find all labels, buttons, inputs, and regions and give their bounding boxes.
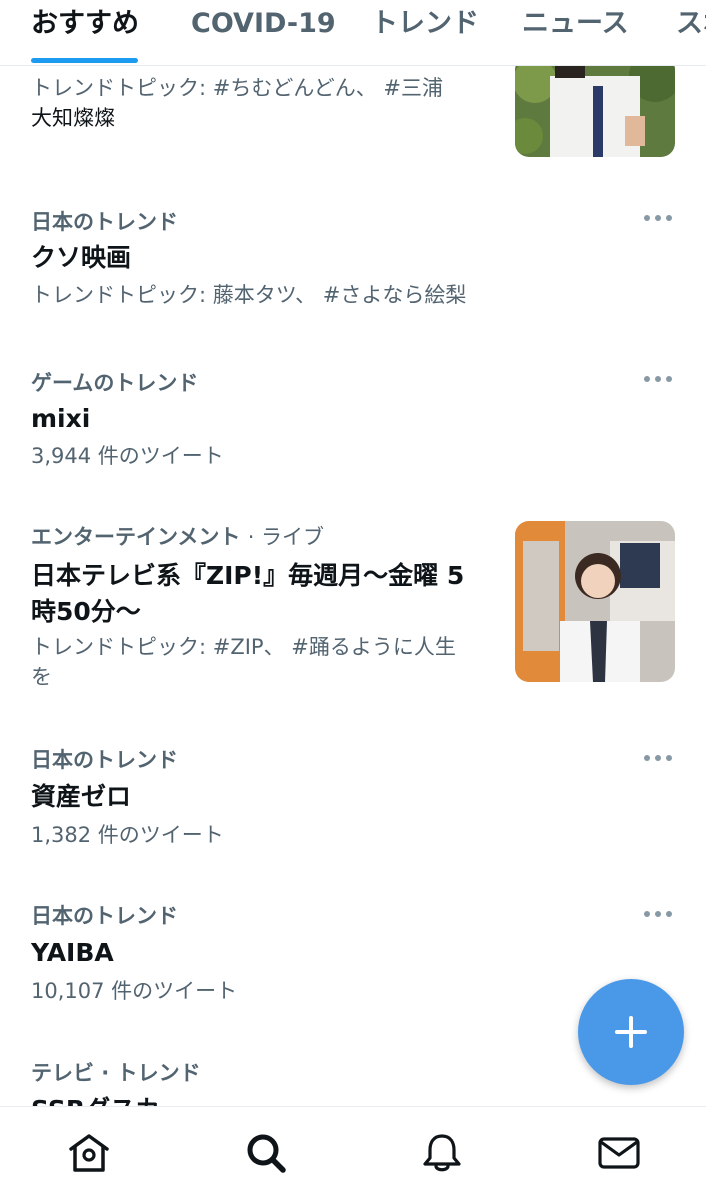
trend-tweet-count: 10,107 件のツイート [31,979,238,1003]
more-icon[interactable] [644,909,674,919]
live-label: · ライブ [247,525,325,549]
tab-sports[interactable]: スポ [676,6,706,46]
tab-covid19[interactable]: COVID-19 [191,6,336,46]
trend-meta: トレンドトピック: #ちむどんどん、 #三浦 [31,76,443,100]
trend-meta-continued: を [31,665,52,689]
trend-context: 日本のトレンド [31,210,178,234]
trend-tweet-count: 1,382 件のツイート [31,823,224,847]
trend-context: 日本のトレンド [31,904,178,928]
trend-context: テレビ · トレンド [31,1061,201,1085]
active-tab-indicator [31,58,138,63]
trend-title: クソ映画 [31,243,132,272]
trend-item[interactable]: 日本のトレンド 資産ゼロ 1,382 件のツイート [0,726,706,882]
trend-title: SSRダスカ [31,1092,160,1106]
mail-icon[interactable] [597,1131,641,1175]
explore-tabs: おすすめ COVID-19 トレンド ニュース スポ [0,0,706,66]
trend-title: mixi [31,404,91,433]
trend-meta: トレンドトピック: 藤本タツ、 #さよなら絵梨 [31,283,467,307]
tab-news[interactable]: ニュース [522,6,629,46]
trend-thumbnail [515,66,675,157]
more-icon[interactable] [644,753,674,763]
trends-feed[interactable]: トレンドトピック: #ちむどんどん、 #三浦 大知燦燦 日本のトレンド クソ映画… [0,66,706,1106]
search-icon[interactable] [244,1131,288,1175]
trend-item[interactable]: ゲームのトレンド mixi 3,944 件のツイート [0,346,706,506]
trend-title-continued: 時50分〜 [31,597,141,626]
trend-item[interactable]: 日本のトレンド クソ映画 トレンドトピック: 藤本タツ、 #さよなら絵梨 [0,186,706,346]
trend-meta-continued: 大知燦燦 [31,106,115,130]
trend-category: エンターテインメント [31,525,241,549]
compose-button[interactable] [578,979,684,1085]
trend-title: YAIBA [31,938,114,967]
bell-icon[interactable] [420,1131,464,1175]
trend-thumbnail [515,521,675,682]
more-icon[interactable] [644,374,674,384]
trend-item[interactable]: エンターテインメント · ライブ 日本テレビ系『ZIP!』毎週月〜金曜 5 時5… [0,506,706,726]
trend-title: 資産ゼロ [31,782,132,811]
trend-meta: トレンドトピック: #ZIP、 #踊るように人生 [31,635,456,659]
trend-item[interactable]: トレンドトピック: #ちむどんどん、 #三浦 大知燦燦 [0,66,706,186]
trend-tweet-count: 3,944 件のツイート [31,444,224,468]
plus-icon [615,1016,647,1048]
more-icon[interactable] [644,213,674,223]
trend-context: 日本のトレンド [31,748,178,772]
trend-context: エンターテインメント · ライブ [31,521,324,551]
trend-context: ゲームのトレンド [31,371,199,395]
tab-trending[interactable]: トレンド [371,6,479,46]
trend-title: 日本テレビ系『ZIP!』毎週月〜金曜 5 [31,561,465,590]
tab-for-you[interactable]: おすすめ [31,6,139,46]
home-icon[interactable] [67,1131,111,1175]
bottom-navigation [0,1106,706,1199]
